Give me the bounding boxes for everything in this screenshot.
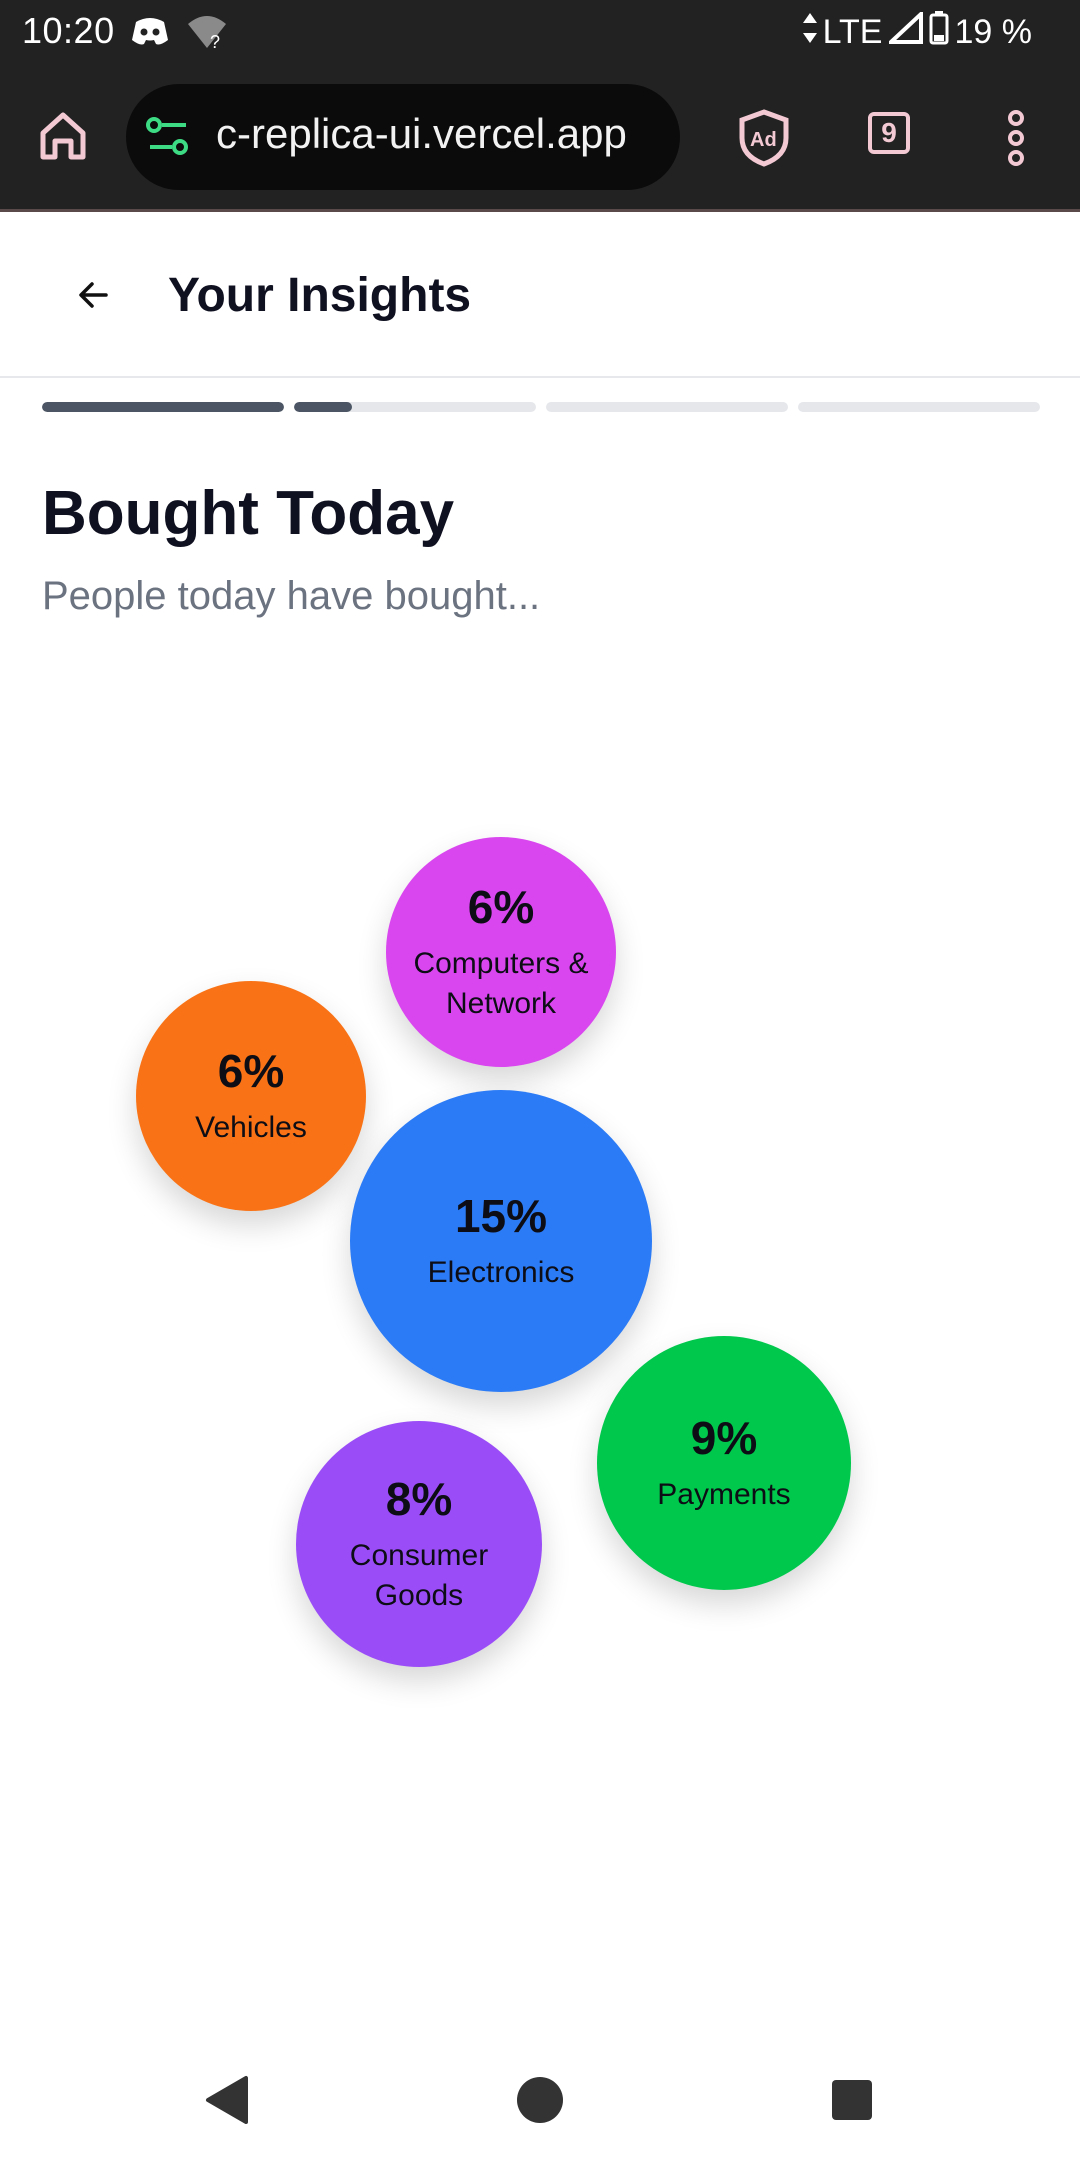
category-bubble-computers[interactable]: 6% Computers & Network xyxy=(386,837,616,1067)
svg-text:?: ? xyxy=(210,32,220,50)
battery-icon xyxy=(929,10,949,54)
back-triangle-icon xyxy=(198,2076,258,2134)
signal-icon xyxy=(885,8,923,53)
story-progress xyxy=(42,402,1040,412)
bubble-label: Vehicles xyxy=(195,1110,307,1144)
bubble-percent: 15% xyxy=(454,1189,548,1242)
network-type: LTE xyxy=(822,12,883,51)
progress-segment[interactable] xyxy=(294,402,536,412)
data-arrows-icon xyxy=(802,12,817,52)
category-bubble-electronics[interactable]: 15% Electronics xyxy=(350,1090,652,1392)
home-circle-icon xyxy=(510,2077,570,2134)
status-bar: 10:20 ? LTE 19 % xyxy=(0,0,1080,64)
progress-segment[interactable] xyxy=(798,402,1040,412)
bubble-percent: 9% xyxy=(690,1411,758,1464)
nav-recents-button[interactable] xyxy=(822,2070,882,2130)
url-text: c-replica-ui.vercel.app xyxy=(216,110,627,157)
bubble-label: Payments xyxy=(657,1477,791,1511)
nav-home-button[interactable] xyxy=(510,2070,570,2130)
tabs-button[interactable]: 9 xyxy=(864,108,924,168)
more-menu-button[interactable] xyxy=(998,108,1034,168)
section-title: Bought Today xyxy=(42,479,455,548)
page-header: Your Insights xyxy=(0,212,1080,378)
progress-fill xyxy=(294,402,353,412)
progress-fill xyxy=(42,402,284,412)
category-bubble-payments[interactable]: 9% Payments xyxy=(597,1336,851,1590)
bubble-percent: 6% xyxy=(467,880,535,933)
system-nav-bar xyxy=(0,2040,1080,2160)
bubble-label: Computers & Network xyxy=(413,946,589,1021)
ad-block-button[interactable]: Ad xyxy=(736,108,796,168)
nav-back-button[interactable] xyxy=(198,2070,258,2130)
recents-square-icon xyxy=(822,2080,882,2134)
progress-segment[interactable] xyxy=(546,402,788,412)
page-title: Your Insights xyxy=(168,269,472,322)
address-bar[interactable]: c-replica-ui.vercel.app xyxy=(126,84,680,190)
home-icon xyxy=(35,107,91,168)
discord-icon xyxy=(130,14,170,55)
bubble-label: Consumer Goods xyxy=(349,1538,489,1613)
battery-level: 19 % xyxy=(954,12,1033,51)
bubble-percent: 6% xyxy=(217,1044,285,1097)
wifi-question-icon: ? xyxy=(186,14,228,55)
browser-toolbar: c-replica-ui.vercel.app Ad 9 xyxy=(0,64,1080,212)
category-bubble-vehicles[interactable]: 6% Vehicles xyxy=(136,981,366,1211)
section-subtitle: People today have bought... xyxy=(42,574,541,618)
status-right: LTE 19 % xyxy=(802,8,1033,56)
arrow-left-icon xyxy=(70,282,120,324)
more-vert-icon xyxy=(998,110,1034,172)
category-bubble-consumer-goods[interactable]: 8% Consumer Goods xyxy=(296,1421,542,1667)
status-time: 10:20 xyxy=(22,10,115,51)
back-button[interactable] xyxy=(70,270,120,320)
progress-segment[interactable] xyxy=(42,402,284,412)
bubble-label: Electronics xyxy=(427,1255,575,1289)
bubble-percent: 8% xyxy=(385,1472,453,1525)
tab-count: 9 xyxy=(868,112,910,154)
site-settings-icon[interactable] xyxy=(146,117,190,162)
home-button[interactable] xyxy=(30,104,96,170)
ad-block-icon: Ad xyxy=(736,109,792,172)
svg-text:Ad: Ad xyxy=(750,129,777,151)
